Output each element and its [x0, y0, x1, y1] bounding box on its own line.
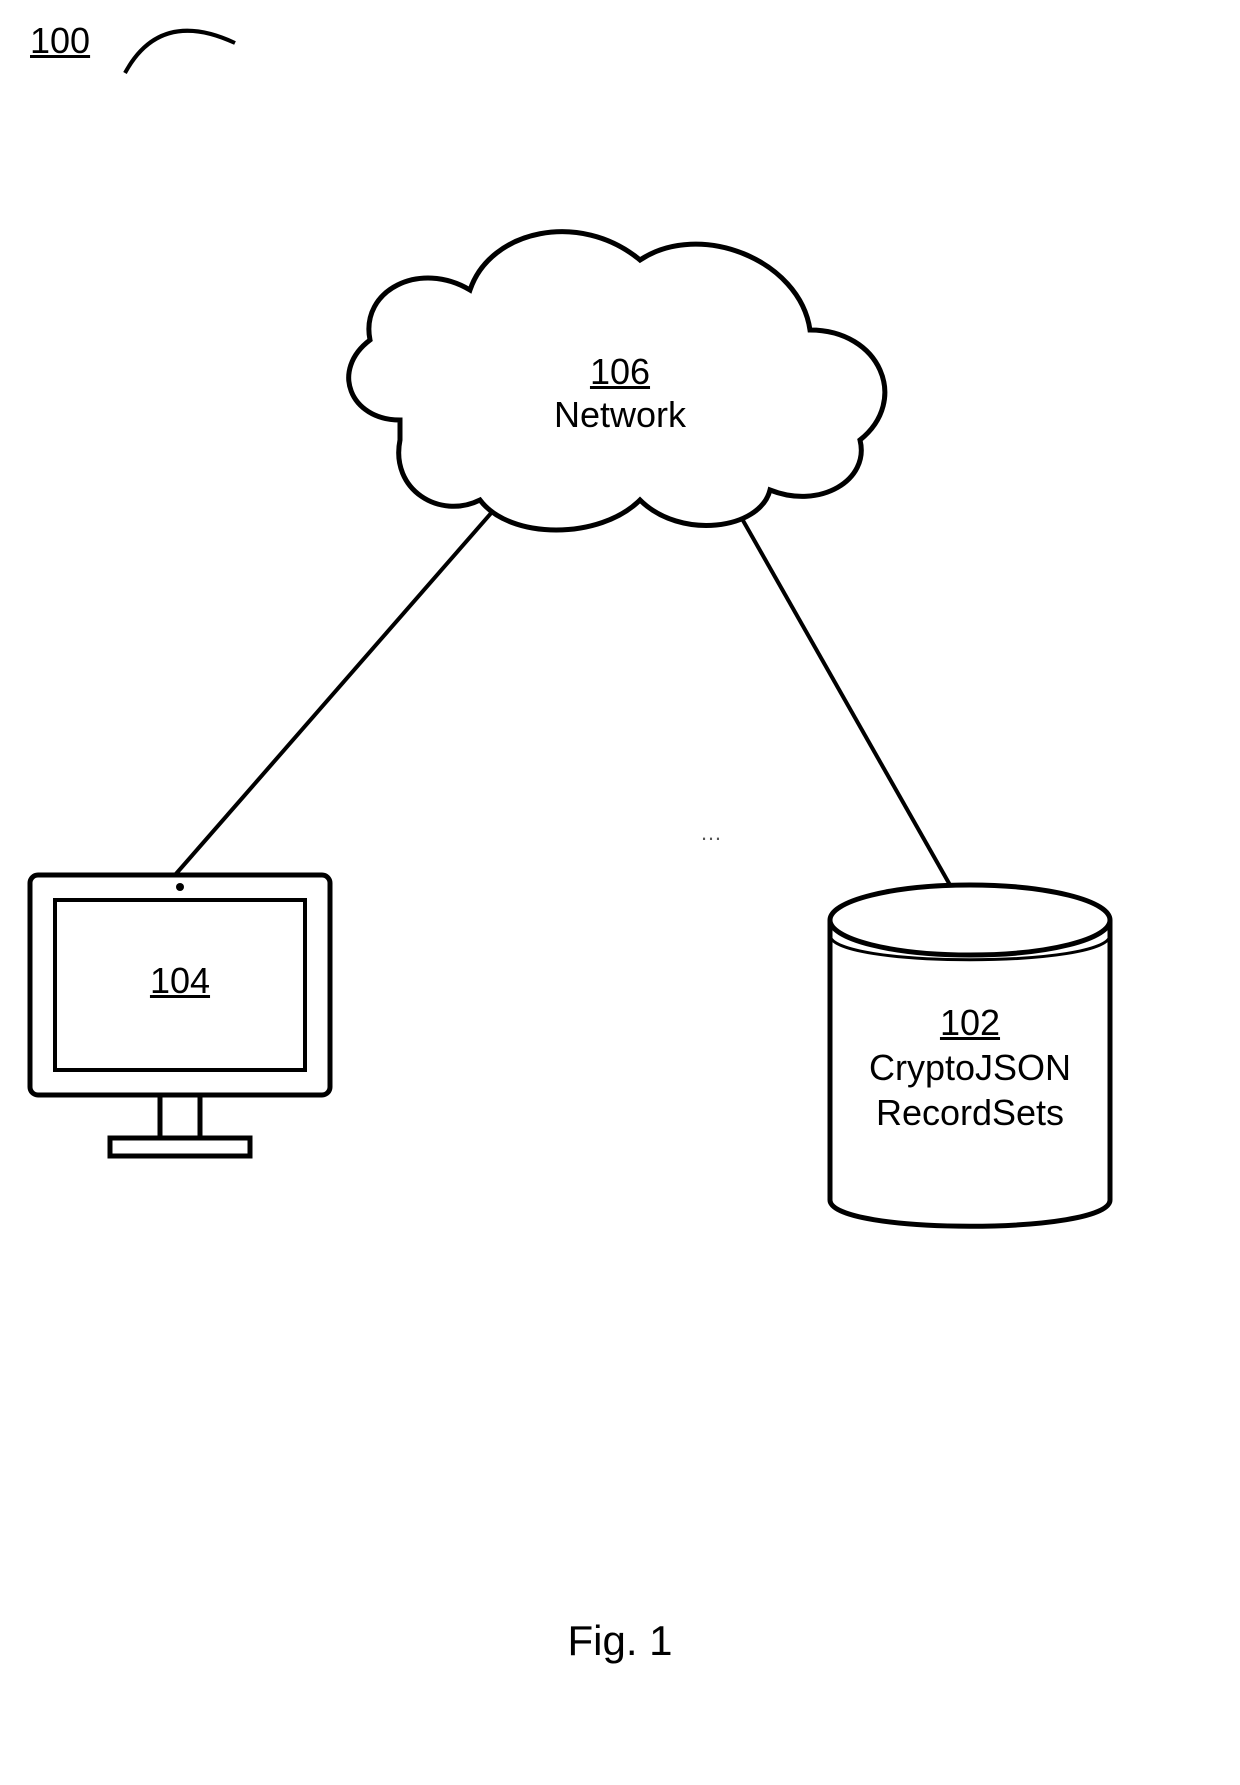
monitor-icon	[30, 875, 330, 1156]
database-ref: 102	[940, 1002, 1000, 1043]
database-label-block: 102 CryptoJSON RecordSets	[810, 1000, 1130, 1135]
database-label-line1: CryptoJSON	[869, 1047, 1071, 1088]
client-label-block: 104	[30, 960, 330, 1002]
ellipsis: …	[700, 820, 728, 846]
client-ref: 104	[150, 960, 210, 1001]
diagram-svg	[0, 0, 1240, 1785]
cloud-label-block: 106 Network	[0, 350, 1240, 436]
figure-caption: Fig. 1	[0, 1617, 1240, 1665]
database-label-line2: RecordSets	[876, 1092, 1064, 1133]
diagram-canvas: 100 106 Network 104 1	[0, 0, 1240, 1785]
cloud-label: Network	[554, 394, 686, 435]
cloud-ref: 106	[590, 351, 650, 392]
